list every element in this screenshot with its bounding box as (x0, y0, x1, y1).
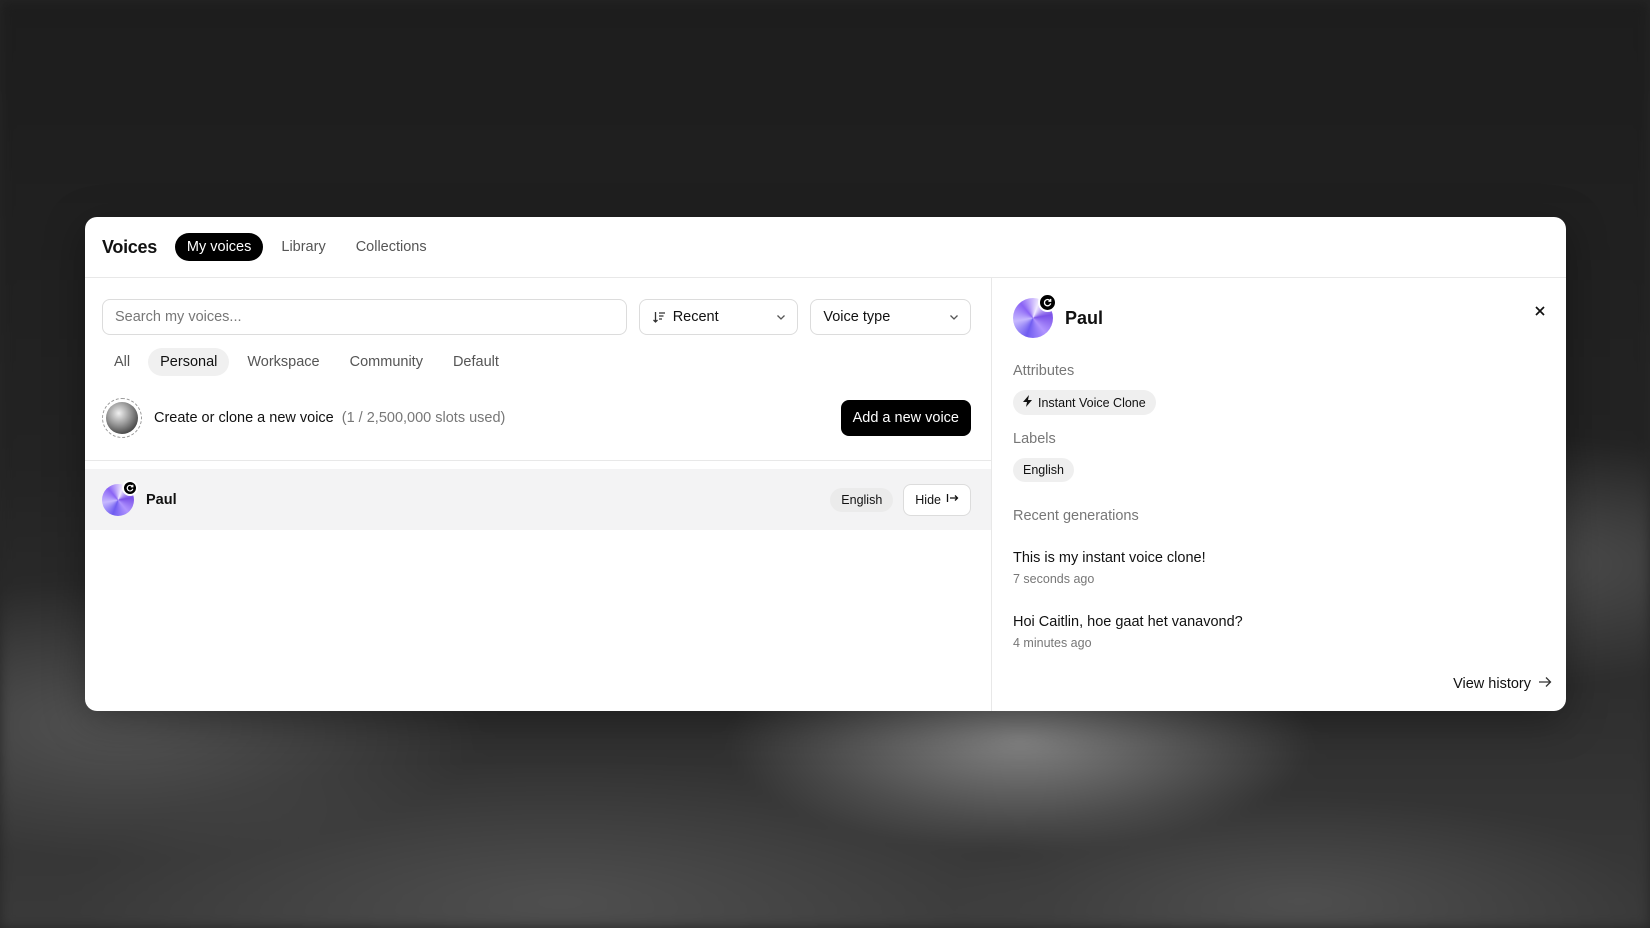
voice-list-item[interactable]: Paul English Hide (85, 469, 991, 530)
tab-library[interactable]: Library (269, 233, 337, 261)
voices-list-panel: Recent Voice type All Personal Workspace… (85, 278, 992, 711)
language-badge: English (830, 487, 894, 512)
label-badge: English (1013, 458, 1074, 482)
search-input[interactable] (102, 299, 627, 335)
arrow-right-icon (1538, 676, 1552, 692)
voice-type-label: Voice type (823, 309, 891, 325)
view-history-label: View history (1453, 676, 1531, 692)
generation-time: 4 minutes ago (1013, 636, 1092, 650)
sort-dropdown[interactable]: Recent (638, 299, 799, 335)
close-icon[interactable] (1534, 304, 1546, 322)
create-voice-avatar (102, 398, 142, 438)
instant-clone-badge-icon (1038, 293, 1057, 312)
toolbar: Recent Voice type (102, 299, 972, 335)
hide-voice-button[interactable]: Hide (903, 483, 971, 516)
chevron-down-icon (775, 311, 787, 327)
attribute-badge: Instant Voice Clone (1013, 390, 1156, 415)
filter-workspace[interactable]: Workspace (235, 348, 331, 376)
create-voice-orb (106, 402, 138, 434)
generation-item[interactable]: Hoi Caitlin, hoe gaat het vanavond? 4 mi… (1013, 614, 1243, 650)
voice-name: Paul (146, 491, 177, 508)
avatar (1013, 293, 1057, 338)
chevron-down-icon (948, 311, 960, 327)
filter-all[interactable]: All (102, 348, 142, 376)
slots-used: (1 / 2,500,000 slots used) (341, 410, 506, 426)
generation-text: This is my instant voice clone! (1013, 550, 1206, 566)
filter-default[interactable]: Default (441, 348, 511, 376)
add-voice-button[interactable]: Add a new voice (840, 400, 971, 436)
generation-text: Hoi Caitlin, hoe gaat het vanavond? (1013, 614, 1243, 630)
filter-community[interactable]: Community (338, 348, 435, 376)
avatar (102, 479, 138, 516)
tab-collections[interactable]: Collections (344, 233, 439, 261)
create-voice-label: Create or clone a new voice (154, 410, 334, 426)
filter-tabs: All Personal Workspace Community Default (102, 348, 511, 376)
attribute-label: Instant Voice Clone (1038, 395, 1146, 410)
arrow-right-to-line-icon (946, 492, 959, 507)
attributes-label: Attributes (1013, 363, 1075, 379)
voice-type-dropdown[interactable]: Voice type (810, 299, 972, 335)
tab-my-voices[interactable]: My voices (174, 233, 264, 261)
sort-icon (652, 310, 666, 324)
divider (85, 460, 991, 461)
generation-time: 7 seconds ago (1013, 572, 1095, 586)
filter-personal[interactable]: Personal (148, 348, 230, 376)
recent-generations-label: Recent generations (1013, 508, 1139, 524)
instant-clone-badge-icon (122, 479, 138, 496)
labels-label: Labels (1013, 431, 1056, 447)
hide-label: Hide (915, 492, 941, 507)
detail-voice-name: Paul (1065, 307, 1104, 328)
page-title: Voices (102, 236, 157, 257)
lightning-icon (1023, 395, 1033, 410)
sort-label: Recent (672, 309, 719, 325)
voices-window: Voices My voices Library Collections Rec… (85, 217, 1566, 711)
view-history-link[interactable]: View history (1453, 676, 1552, 692)
create-voice-row: Create or clone a new voice (1 / 2,500,0… (102, 396, 971, 440)
header-bar: Voices My voices Library Collections (85, 217, 1566, 278)
detail-header: Paul (1013, 293, 1104, 338)
generation-item[interactable]: This is my instant voice clone! 7 second… (1013, 550, 1206, 586)
voice-detail-panel: Paul Attributes Instant Voice Clone Labe… (993, 278, 1566, 711)
